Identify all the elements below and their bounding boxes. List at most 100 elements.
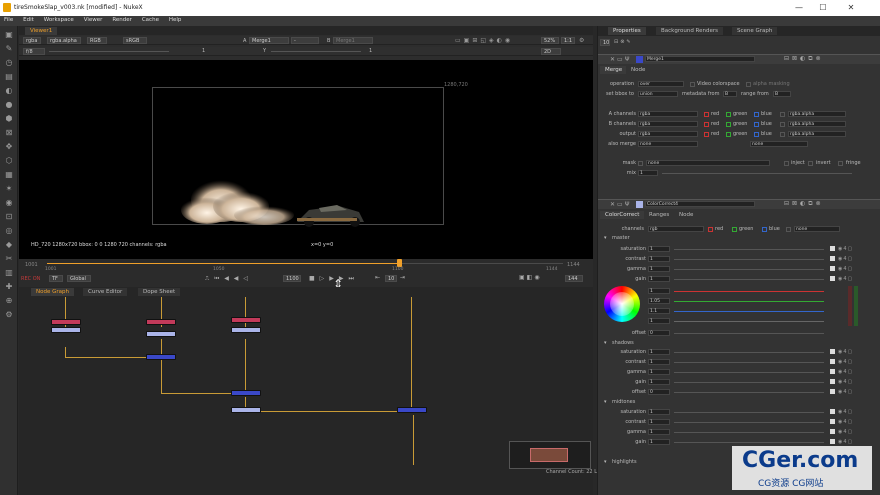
cc-alpha-checkbox[interactable] <box>786 226 791 232</box>
also-merge-second-select[interactable]: none <box>750 141 808 147</box>
node-panel-icons[interactable]: ✕▭Ψ <box>610 56 631 63</box>
menu-help[interactable]: Help <box>165 16 186 24</box>
menu-cache[interactable]: Cache <box>138 16 163 24</box>
close-button[interactable]: ✕ <box>846 3 856 12</box>
merge-name-field[interactable]: Merge1 <box>645 56 755 62</box>
gizmo-tool-icon[interactable]: ✂ <box>4 254 14 264</box>
cc-param-field[interactable]: 0 <box>648 389 670 395</box>
transform-node[interactable] <box>231 327 261 333</box>
cc-param-field[interactable]: 1 <box>648 369 670 375</box>
tab-scene-graph[interactable]: Scene Graph <box>732 27 778 35</box>
transform-node[interactable] <box>146 331 176 337</box>
out-green-checkbox[interactable] <box>726 131 731 137</box>
tab-viewer1[interactable]: Viewer1 <box>25 27 58 35</box>
particles-tool-icon[interactable]: ✶ <box>4 184 14 194</box>
b-green-checkbox[interactable] <box>726 121 731 127</box>
current-frame-field[interactable]: 1100 <box>283 275 301 282</box>
cc-param-swatch[interactable] <box>830 359 835 364</box>
cc-param-animation-icon[interactable]: ◉4▢ <box>838 245 853 253</box>
cc-param-field[interactable]: 1 <box>648 276 670 282</box>
cc-param-animation-icon[interactable]: ◉4▢ <box>838 348 853 356</box>
minimap-viewport[interactable] <box>530 448 568 462</box>
cc-param-field[interactable]: 1 <box>648 419 670 425</box>
cc-param-field[interactable]: 1 <box>648 246 670 252</box>
color-tool-icon[interactable]: ◐ <box>4 86 14 96</box>
master-group[interactable]: ▾ master <box>598 234 880 242</box>
view-mode-select[interactable]: 2D <box>541 48 561 55</box>
graph-minimap[interactable] <box>509 441 591 469</box>
out-field[interactable]: 144 <box>565 275 583 282</box>
input-a-select[interactable]: Merge1 <box>249 37 289 44</box>
a-red-checkbox[interactable] <box>704 111 709 117</box>
node-color-swatch[interactable] <box>636 201 643 208</box>
merge-node[interactable] <box>146 354 176 360</box>
wipe-op-select[interactable]: - <box>291 37 319 44</box>
cc-param-swatch[interactable] <box>830 379 835 384</box>
wheel-a-field[interactable]: 1 <box>648 318 670 324</box>
output-select[interactable]: rgba <box>638 131 698 137</box>
timeline-playhead[interactable] <box>397 259 402 267</box>
cc-param-swatch[interactable] <box>830 439 835 444</box>
cc-param-field[interactable]: 1 <box>648 409 670 415</box>
tab-dope-sheet[interactable]: Dope Sheet <box>138 288 181 296</box>
colorcorrect-node[interactable] <box>231 407 261 413</box>
midtones-collapse-icon[interactable]: ▾ <box>604 398 607 406</box>
cc-param-slider[interactable] <box>674 352 824 353</box>
playback-back-controls[interactable]: ⎍⏮◀◀◁ <box>205 275 253 283</box>
cc-param-swatch[interactable] <box>830 429 835 434</box>
cc-green-checkbox[interactable] <box>732 226 737 232</box>
shadows-collapse-icon[interactable]: ▾ <box>604 339 607 347</box>
out-alpha-select[interactable]: rgba.alpha <box>788 131 846 137</box>
cc-param-slider[interactable] <box>674 422 824 423</box>
frame-range-end[interactable]: 1144 <box>567 262 580 268</box>
cc-param-field[interactable]: 1 <box>648 359 670 365</box>
master-collapse-icon[interactable]: ▾ <box>604 234 607 242</box>
a-channels-select[interactable]: rgba <box>638 111 698 117</box>
cc-param-field[interactable]: 1 <box>648 256 670 262</box>
fringe-checkbox[interactable] <box>838 160 843 166</box>
tab-properties[interactable]: Properties <box>608 27 646 35</box>
skip-forward-icon[interactable]: ⇥ <box>400 274 405 281</box>
step-field[interactable]: 10 <box>385 275 397 282</box>
menu-edit[interactable]: Edit <box>19 16 38 24</box>
display-select[interactable]: RGB <box>87 37 107 44</box>
cc-param-swatch[interactable] <box>830 349 835 354</box>
cc-param-animation-icon[interactable]: ◉4▢ <box>838 378 853 386</box>
cc-param-slider[interactable] <box>674 259 824 260</box>
zoom-select[interactable]: 52% <box>541 37 559 44</box>
cc-param-animation-icon[interactable]: ◉4▢ <box>838 358 853 366</box>
input-b-select[interactable]: Merge1 <box>333 37 373 44</box>
shadows-group[interactable]: ▾ shadows <box>598 339 880 347</box>
playback-mode-icons[interactable]: ▣◧◉ <box>519 274 542 281</box>
metadata-select[interactable]: B <box>723 91 737 97</box>
tab-ranges[interactable]: Ranges <box>644 211 675 219</box>
cc-param-slider[interactable] <box>674 249 824 250</box>
merge1-node[interactable] <box>397 407 427 413</box>
cc-param-animation-icon[interactable]: ◉4▢ <box>838 438 853 446</box>
operation-select[interactable]: over <box>638 81 684 87</box>
range-scope-select[interactable]: Global <box>67 275 91 282</box>
out-blue-checkbox[interactable] <box>754 131 759 137</box>
frame-range-start[interactable]: 1001 <box>25 262 38 268</box>
max-panels-field[interactable]: 10 <box>600 39 610 46</box>
wheel-a-slider[interactable] <box>674 321 824 322</box>
other-tool-icon[interactable]: ◆ <box>4 240 14 250</box>
cc-param-animation-icon[interactable]: ◉4▢ <box>838 408 853 416</box>
cc-param-slider[interactable] <box>674 372 824 373</box>
viewer-tools-icons[interactable]: ▭▣⊞◱◈◐◉ <box>455 37 513 44</box>
cc-param-swatch[interactable] <box>830 419 835 424</box>
proxy-select[interactable]: 1:1 <box>561 37 575 44</box>
settings-tool-icon[interactable]: ⚙ <box>4 310 14 320</box>
node-color-swatch[interactable] <box>636 56 643 63</box>
viewer-canvas[interactable]: 1280,720 <box>19 60 593 260</box>
node-panel-icons[interactable]: ✕▭Ψ <box>610 201 631 208</box>
viewer-settings-icon[interactable]: ⚙ <box>579 37 584 44</box>
draw-tool-icon[interactable]: ✎ <box>4 44 14 54</box>
fstop-field[interactable]: f/8 <box>23 48 45 55</box>
alpha-masking-checkbox[interactable] <box>746 81 751 87</box>
time-tool-icon[interactable]: ◷ <box>4 58 14 68</box>
master-offset-slider[interactable] <box>674 333 824 334</box>
gain-slider[interactable] <box>49 51 169 52</box>
cc-blue-checkbox[interactable] <box>762 226 767 232</box>
furnace-tool-icon[interactable]: ▥ <box>4 268 14 278</box>
